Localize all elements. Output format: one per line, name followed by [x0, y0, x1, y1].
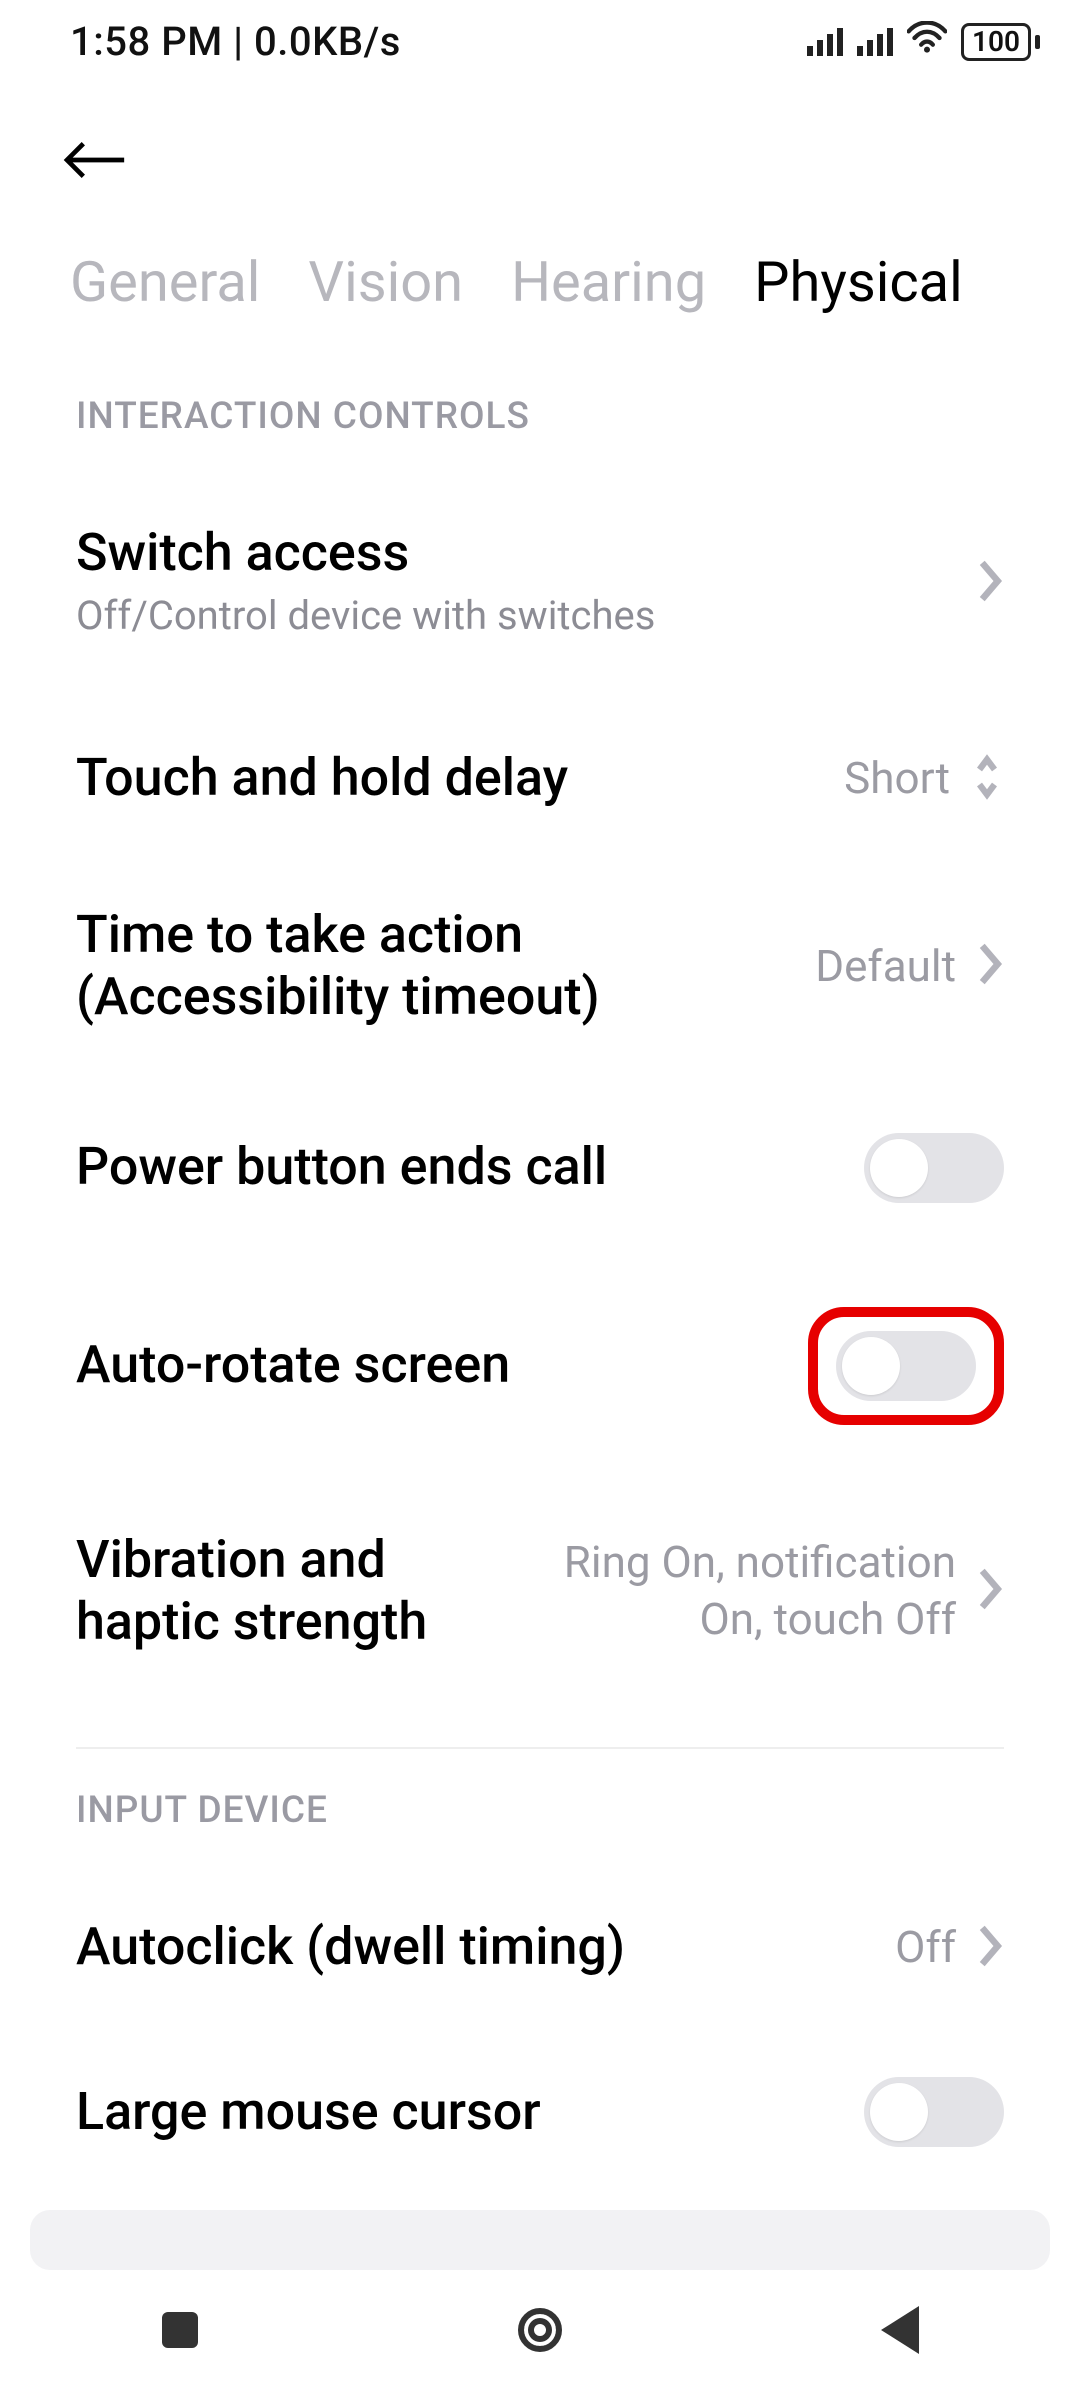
- tab-hearing[interactable]: Hearing: [511, 249, 706, 315]
- row-large-mouse-cursor[interactable]: Large mouse cursor: [76, 2043, 1004, 2181]
- bottom-fade: [30, 2210, 1050, 2270]
- tab-general[interactable]: General: [70, 249, 260, 315]
- section-divider: [76, 1747, 1004, 1749]
- row-autoclick[interactable]: Autoclick (dwell timing) Off: [76, 1882, 1004, 2012]
- chevron-right-icon: [976, 559, 1004, 603]
- auto-rotate-title: Auto-rotate screen: [76, 1334, 510, 1396]
- touch-hold-title: Touch and hold delay: [76, 747, 568, 809]
- page-header: [0, 75, 1080, 219]
- battery-level: 100: [961, 23, 1031, 61]
- section-interaction-controls: INTERACTION CONTROLS Switch access Off/C…: [0, 395, 1080, 1687]
- status-bar: 1:58 PM | 0.0KB/s 100: [0, 0, 1080, 75]
- row-power-button-ends-call[interactable]: Power button ends call: [76, 1099, 1004, 1237]
- autoclick-value: Off: [895, 1919, 956, 1976]
- power-end-call-title: Power button ends call: [76, 1136, 607, 1198]
- section-header-input-device: INPUT DEVICE: [76, 1789, 1004, 1832]
- row-auto-rotate-screen[interactable]: Auto-rotate screen: [76, 1273, 1004, 1459]
- nav-back-button[interactable]: [870, 2300, 930, 2360]
- system-nav-bar: [0, 2280, 1080, 2380]
- signal-sim1-icon: [807, 28, 843, 56]
- touch-hold-value: Short: [844, 750, 950, 807]
- row-touch-hold-delay[interactable]: Touch and hold delay Short: [76, 713, 1004, 843]
- circle-icon: [518, 2308, 562, 2352]
- section-input-device: INPUT DEVICE Autoclick (dwell timing) Of…: [0, 1789, 1080, 2180]
- status-icons: 100: [807, 18, 1040, 65]
- large-cursor-toggle[interactable]: [864, 2077, 1004, 2147]
- status-time: 1:58 PM | 0.0KB/s: [70, 18, 401, 65]
- auto-rotate-toggle[interactable]: [836, 1331, 976, 1401]
- vibration-value: Ring On, notification On, touch Off: [536, 1534, 956, 1648]
- up-down-arrows-icon: [970, 752, 1004, 806]
- arrow-left-icon: [60, 135, 130, 185]
- autoclick-title: Autoclick (dwell timing): [76, 1916, 625, 1978]
- switch-access-title: Switch access: [76, 522, 655, 584]
- signal-sim2-icon: [857, 28, 893, 56]
- square-icon: [162, 2312, 198, 2348]
- switch-access-subtitle: Off/Control device with switches: [76, 592, 655, 639]
- battery-icon: 100: [961, 23, 1040, 61]
- triangle-left-icon: [881, 2306, 919, 2354]
- timeout-value: Default: [815, 938, 956, 995]
- timeout-title: Time to take action (Accessibility timeo…: [76, 904, 636, 1029]
- tab-vision[interactable]: Vision: [308, 249, 463, 315]
- nav-recents-button[interactable]: [150, 2300, 210, 2360]
- back-button[interactable]: [60, 135, 1020, 189]
- row-vibration-haptic[interactable]: Vibration and haptic strength Ring On, n…: [76, 1495, 1004, 1688]
- wifi-icon: [907, 18, 947, 65]
- section-header-interaction: INTERACTION CONTROLS: [76, 395, 1004, 438]
- tab-physical[interactable]: Physical: [754, 249, 963, 315]
- chevron-right-icon: [976, 942, 1004, 990]
- auto-rotate-highlight: [808, 1307, 1004, 1425]
- row-switch-access[interactable]: Switch access Off/Control device with sw…: [76, 488, 1004, 673]
- chevron-right-icon: [976, 1924, 1004, 1972]
- large-cursor-title: Large mouse cursor: [76, 2081, 541, 2143]
- category-tabs: General Vision Hearing Physical: [0, 219, 1080, 365]
- vibration-title: Vibration and haptic strength: [76, 1529, 506, 1654]
- nav-home-button[interactable]: [510, 2300, 570, 2360]
- power-end-call-toggle[interactable]: [864, 1133, 1004, 1203]
- chevron-right-icon: [976, 1567, 1004, 1615]
- row-accessibility-timeout[interactable]: Time to take action (Accessibility timeo…: [76, 870, 1004, 1063]
